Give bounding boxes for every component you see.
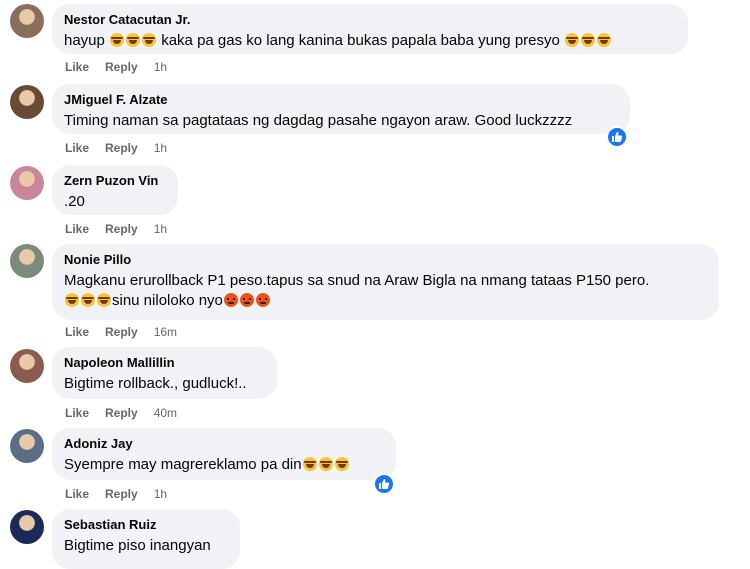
comment-text-run: Magkanu erurollback P1 peso.tapus sa snu…	[64, 272, 650, 289]
like-button[interactable]: Like	[65, 141, 89, 155]
comment-timestamp[interactable]: 1h	[154, 141, 167, 155]
like-button[interactable]: Like	[65, 60, 89, 74]
comment-bubble: Nestor Catacutan Jr. hayup kaka pa gas k…	[52, 4, 688, 54]
comment-timestamp[interactable]: 1h	[154, 222, 167, 236]
avatar[interactable]	[10, 429, 44, 463]
laugh-emoji-icon	[97, 293, 111, 307]
laugh-emoji-icon	[597, 33, 612, 47]
comment-actions: Like Reply 1h	[65, 486, 167, 502]
comment-author[interactable]: JMiguel F. Alzate	[64, 92, 618, 108]
avatar[interactable]	[10, 510, 44, 544]
comment-bubble: Napoleon Mallillin Bigtime rollback., gu…	[52, 347, 277, 399]
comment-text: Magkanu erurollback P1 peso.tapus sa snu…	[64, 271, 707, 311]
laugh-emoji-icon	[334, 457, 349, 471]
comment-bubble: Zern Puzon Vin .20	[52, 165, 178, 215]
angry-emoji-icon	[239, 293, 254, 307]
laugh-emoji-icon	[302, 457, 317, 471]
comment-text: hayup kaka pa gas ko lang kanina bukas p…	[64, 31, 676, 51]
comment-bubble: Adoniz Jay Syempre may magrereklamo pa d…	[52, 428, 396, 480]
like-button[interactable]: Like	[65, 222, 89, 236]
laugh-emoji-icon	[142, 33, 157, 47]
like-reaction-icon[interactable]	[606, 126, 628, 148]
comment-text: .20	[64, 192, 166, 212]
comment-bubble: JMiguel F. Alzate Timing naman sa pagtat…	[52, 84, 630, 134]
laugh-emoji-icon	[65, 293, 79, 307]
comment-text: Bigtime piso inangyan	[64, 536, 228, 556]
avatar[interactable]	[10, 85, 44, 119]
comment-author[interactable]: Sebastian Ruiz	[64, 517, 228, 533]
comment-author[interactable]: Adoniz Jay	[64, 436, 384, 452]
comment-bubble: Sebastian Ruiz Bigtime piso inangyan	[52, 509, 240, 569]
like-button[interactable]: Like	[65, 406, 89, 420]
reply-button[interactable]: Reply	[105, 487, 138, 501]
reply-button[interactable]: Reply	[105, 325, 138, 339]
reply-button[interactable]: Reply	[105, 141, 138, 155]
angry-emoji-icon	[255, 293, 270, 307]
like-button[interactable]: Like	[65, 325, 89, 339]
comment-text-run: Bigtime rollback., gudluck!..	[64, 375, 247, 392]
like-button[interactable]: Like	[65, 487, 89, 501]
avatar[interactable]	[10, 349, 44, 383]
comment-author[interactable]: Zern Puzon Vin	[64, 173, 166, 189]
angry-emoji-icon	[223, 293, 238, 307]
comment-text: Timing naman sa pagtataas ng dagdag pasa…	[64, 111, 618, 131]
comment-text: Bigtime rollback., gudluck!..	[64, 374, 265, 394]
comment-text-run: hayup	[64, 32, 110, 49]
comment-text-run: Syempre may magrereklamo pa din	[64, 456, 302, 473]
like-reaction-icon[interactable]	[373, 473, 395, 495]
comment-text-run: Timing naman sa pagtataas ng dagdag pasa…	[64, 112, 573, 129]
comment-actions: Like Reply 1h	[65, 221, 167, 237]
reply-button[interactable]: Reply	[105, 222, 138, 236]
reply-button[interactable]: Reply	[105, 60, 138, 74]
comment-author[interactable]: Nestor Catacutan Jr.	[64, 12, 676, 28]
comment-timestamp[interactable]: 1h	[154, 487, 167, 501]
comment-author[interactable]: Napoleon Mallillin	[64, 355, 265, 371]
comment-author[interactable]: Nonie Pillo	[64, 252, 707, 268]
laugh-emoji-icon	[126, 33, 141, 47]
avatar[interactable]	[10, 166, 44, 200]
laugh-emoji-icon	[318, 457, 333, 471]
avatar[interactable]	[10, 244, 44, 278]
comment-text-run: Bigtime piso inangyan	[64, 537, 211, 554]
laugh-emoji-icon	[581, 33, 596, 47]
comment-text: Syempre may magrereklamo pa din	[64, 455, 384, 475]
reply-button[interactable]: Reply	[105, 406, 138, 420]
comment-bubble: Nonie Pillo Magkanu erurollback P1 peso.…	[52, 244, 719, 320]
comment-timestamp[interactable]: 16m	[154, 325, 177, 339]
laugh-emoji-icon	[110, 33, 125, 47]
comment-actions: Like Reply 1h	[65, 59, 167, 75]
comment-actions: Like Reply 40m	[65, 405, 177, 421]
comment-timestamp[interactable]: 1h	[154, 60, 167, 74]
laugh-emoji-icon	[81, 293, 95, 307]
comment-text-run: kaka pa gas ko lang kanina bukas papala …	[157, 32, 565, 49]
comment-actions: Like Reply 1h	[65, 140, 167, 156]
comment-timestamp[interactable]: 40m	[154, 406, 177, 420]
comment-text-run: .20	[64, 193, 85, 210]
comment-text-run: sinu niloloko nyo	[112, 292, 223, 309]
comment-actions: Like Reply 16m	[65, 324, 177, 340]
laugh-emoji-icon	[565, 33, 580, 47]
avatar[interactable]	[10, 4, 44, 38]
